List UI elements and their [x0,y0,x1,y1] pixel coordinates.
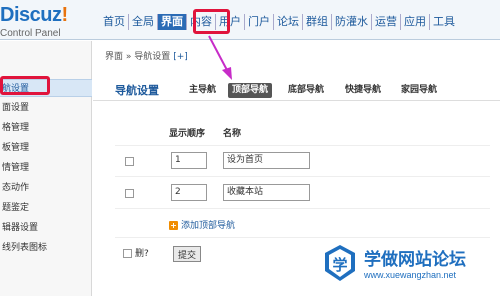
topnav-tools[interactable]: 工具 [430,14,458,30]
breadcrumb-plus[interactable]: [+] [173,52,188,62]
logo: Discuz! Control Panel [0,4,92,39]
topnav-antispam[interactable]: 防灌水 [332,14,372,30]
watermark: 学 学做网站论坛 www.xuewangzhan.net [322,243,492,283]
sidebar-item-online-icons[interactable]: 线列表图标 [0,239,92,257]
section-title: 导航设置 [115,84,159,97]
column-header-order: 显示顺序 [169,129,206,139]
topnav-users[interactable]: 用户 [216,14,245,30]
sidebar-item-nav-settings[interactable]: 航设置 [0,79,92,97]
topnav-global[interactable]: 全局 [129,14,158,30]
name-input[interactable]: 收藏本站 [223,184,310,201]
tab-home-nav[interactable]: 家园导航 [399,83,439,98]
submit-button[interactable]: 提交 [173,246,201,262]
breadcrumb: 界面 » 导航设置 [+] [105,49,188,62]
topnav-interface[interactable]: 界面 [158,14,187,30]
sidebar-item-interface-settings[interactable]: 面设置 [0,99,92,117]
topnav-apps[interactable]: 应用 [401,14,430,30]
order-input[interactable]: 1 [171,152,207,169]
sidebar-item-emoticon-manage[interactable]: 情管理 [0,159,92,177]
order-input[interactable]: 2 [171,184,207,201]
name-input[interactable]: 设为首页 [223,152,310,169]
tab-main-nav[interactable]: 主导航 [187,83,218,98]
watermark-url: www.xuewangzhan.net [364,270,457,280]
logo-title-mark: ! [61,4,68,26]
topnav-operations[interactable]: 运营 [372,14,401,30]
plus-icon: + [169,221,178,230]
breadcrumb-path: 界面 » 导航设置 [105,52,171,62]
top-nav: 首页 全局 界面 内容 用户 门户 论坛 群组 防灌水 运营 应用 工具 [100,14,458,30]
topnav-home[interactable]: 首页 [100,14,129,30]
row-checkbox[interactable] [125,157,134,166]
tab-top-nav[interactable]: 顶部导航 [228,83,273,98]
nav-subtabs: 导航设置 主导航 顶部导航 底部导航 快捷导航 家园导航 [93,79,500,101]
topnav-forum[interactable]: 论坛 [274,14,303,30]
topnav-groups[interactable]: 群组 [303,14,332,30]
sidebar-item-template-manage[interactable]: 板管理 [0,139,92,157]
watermark-title: 学做网站论坛 [364,250,466,270]
svg-text:学: 学 [332,256,347,274]
column-header-name: 名称 [223,129,242,139]
sidebar-item-style-manage[interactable]: 格管理 [0,119,92,137]
row-divider [115,208,490,209]
row-divider [115,145,490,146]
watermark-logo-icon: 学 [325,245,355,281]
delete-checkbox[interactable] [123,249,132,258]
sidebar: 航设置 面设置 格管理 板管理 情管理 态动作 题鉴定 辑器设置 线列表图标 [0,41,92,296]
add-top-nav-link[interactable]: + 添加顶部导航 [169,218,235,231]
topnav-content[interactable]: 内容 [187,14,216,30]
tab-quick-nav[interactable]: 快捷导航 [343,83,383,98]
sidebar-item-thread-stamp[interactable]: 题鉴定 [0,199,92,217]
sidebar-item-editor-settings[interactable]: 辑器设置 [0,219,92,237]
tab-bottom-nav[interactable]: 底部导航 [286,83,326,98]
add-top-nav-label: 添加顶部导航 [181,221,236,231]
row-checkbox[interactable] [125,189,134,198]
sidebar-item-actions[interactable]: 态动作 [0,179,92,197]
logo-subtitle: Control Panel [0,28,61,39]
top-header: Discuz! Control Panel 首页 全局 界面 内容 用户 门户 … [0,0,500,40]
delete-label: 删? [135,249,149,259]
row-divider [115,237,490,238]
topnav-portal[interactable]: 门户 [245,14,274,30]
row-divider [115,176,490,177]
delete-row: 删? [123,246,149,259]
logo-title: Discuz [0,4,62,26]
